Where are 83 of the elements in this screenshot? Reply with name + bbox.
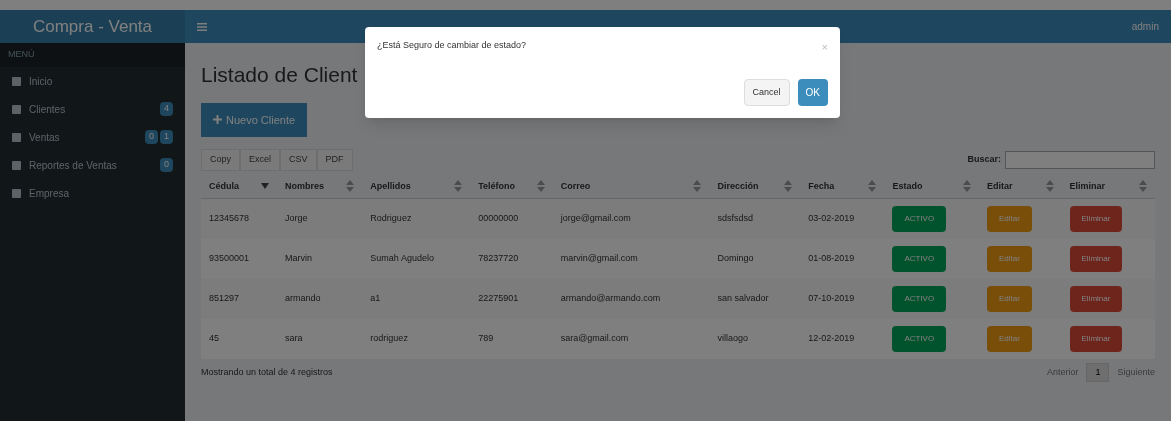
column-header[interactable]: Editar <box>986 179 1013 193</box>
menu-icon <box>12 160 21 170</box>
status-button[interactable]: ACTIVO <box>892 325 947 352</box>
count-badge: 1 <box>160 130 173 144</box>
column-header[interactable]: Apellidos <box>370 179 411 193</box>
edit-button[interactable]: Editar <box>986 285 1032 312</box>
column-header[interactable]: Dirección <box>717 179 759 193</box>
table-cell: 07-10-2019 <box>808 292 855 303</box>
export-button[interactable]: Excel <box>240 149 281 171</box>
table-cell: 851297 <box>209 292 240 303</box>
sidebar-header: MENÚ <box>8 48 35 62</box>
menu-icon <box>12 188 21 198</box>
table-cell: 93500001 <box>209 252 250 263</box>
sidebar-item[interactable]: Empresa <box>0 179 185 207</box>
status-button[interactable]: ACTIVO <box>892 245 947 272</box>
table-cell: 01-08-2019 <box>808 252 855 263</box>
table-cell: a1 <box>370 292 381 303</box>
menu-icon <box>12 104 21 114</box>
count-badge: 0 <box>144 130 158 144</box>
table-cell: 78237720 <box>478 252 519 263</box>
edit-button[interactable]: Editar <box>986 205 1032 232</box>
table-cell: 12-02-2019 <box>808 332 855 343</box>
column-header[interactable]: Nombres <box>284 179 324 193</box>
status-button[interactable]: ACTIVO <box>892 285 947 312</box>
column-header[interactable]: Teléfono <box>478 179 516 193</box>
table-cell: 789 <box>478 332 494 343</box>
table-cell: Marvin <box>284 252 312 263</box>
sidebar-item[interactable]: Ventas 0 1 <box>0 123 185 151</box>
page-link[interactable]: 1 <box>1086 362 1110 382</box>
new-client-button[interactable]: Nuevo Cliente <box>201 102 308 137</box>
search-field[interactable] <box>1005 150 1155 169</box>
menu-icon[interactable] <box>197 22 207 31</box>
table-cell: 45 <box>209 332 219 343</box>
user-menu[interactable]: admin <box>1131 19 1159 34</box>
table-cell: 03-02-2019 <box>808 213 855 223</box>
menu-icon <box>12 132 21 142</box>
table-cell: sara <box>284 332 303 343</box>
count-badge: 0 <box>160 158 173 172</box>
table-cell: armando <box>284 292 321 303</box>
delete-button[interactable]: Eliminar <box>1069 245 1123 272</box>
close-button[interactable]: × <box>821 39 828 56</box>
ok-button[interactable]: OK <box>797 78 828 106</box>
edit-button[interactable]: Editar <box>986 245 1032 272</box>
sidebar-item[interactable]: Clientes 4 <box>0 95 185 123</box>
table-cell: Sumah Agudelo <box>370 252 434 263</box>
sidebar-item[interactable]: Inicio <box>0 67 185 95</box>
column-header[interactable]: Cédula <box>209 179 239 193</box>
table-cell: rodriguez <box>370 332 408 343</box>
export-button[interactable]: CSV <box>280 149 317 171</box>
table-cell: marvin@gmail.com <box>560 252 638 263</box>
menu-icon <box>12 76 21 86</box>
status-button[interactable]: ACTIVO <box>892 205 947 232</box>
column-header[interactable]: Fecha <box>808 179 835 193</box>
export-button[interactable]: Copy <box>201 149 240 171</box>
table-cell: san salvador <box>717 292 769 303</box>
table-cell: Rodriguez <box>370 213 412 223</box>
export-button[interactable]: PDF <box>316 149 353 171</box>
table-cell: 12345678 <box>209 213 250 223</box>
table-cell: villaogo <box>717 332 748 343</box>
table-cell: Jorge <box>284 213 308 223</box>
delete-button[interactable]: Eliminar <box>1069 325 1123 352</box>
sidebar-item[interactable]: Reportes de Ventas 0 <box>0 151 185 179</box>
column-header[interactable]: Eliminar <box>1069 179 1106 193</box>
table-cell: 22275901 <box>478 292 519 303</box>
search-label: Buscar: <box>967 153 1001 166</box>
table-cell: sdsfsdsd <box>717 213 753 223</box>
table-cell: armando@armando.com <box>560 292 661 303</box>
delete-button[interactable]: Eliminar <box>1069 285 1123 312</box>
cancel-button[interactable]: Cancel <box>743 78 790 106</box>
table-cell: sara@gmail.com <box>560 332 629 343</box>
table-info: Mostrando un total de 4 registros <box>201 365 333 379</box>
column-header[interactable]: Correo <box>560 179 591 193</box>
page-title: Listado de Client <box>201 62 358 88</box>
edit-button[interactable]: Editar <box>986 325 1032 352</box>
next-link[interactable]: Siguiente <box>1117 365 1155 379</box>
table-cell: jorge@gmail.com <box>560 213 631 223</box>
dialog-message: ¿Está Seguro de cambiar de estado? <box>377 39 527 52</box>
delete-button[interactable]: Eliminar <box>1069 205 1123 232</box>
column-header[interactable]: Estado <box>892 179 923 193</box>
plus-icon <box>213 115 222 125</box>
table-cell: 00000000 <box>478 213 519 223</box>
count-badge: 4 <box>160 102 173 116</box>
table-cell: Domingo <box>717 252 754 263</box>
